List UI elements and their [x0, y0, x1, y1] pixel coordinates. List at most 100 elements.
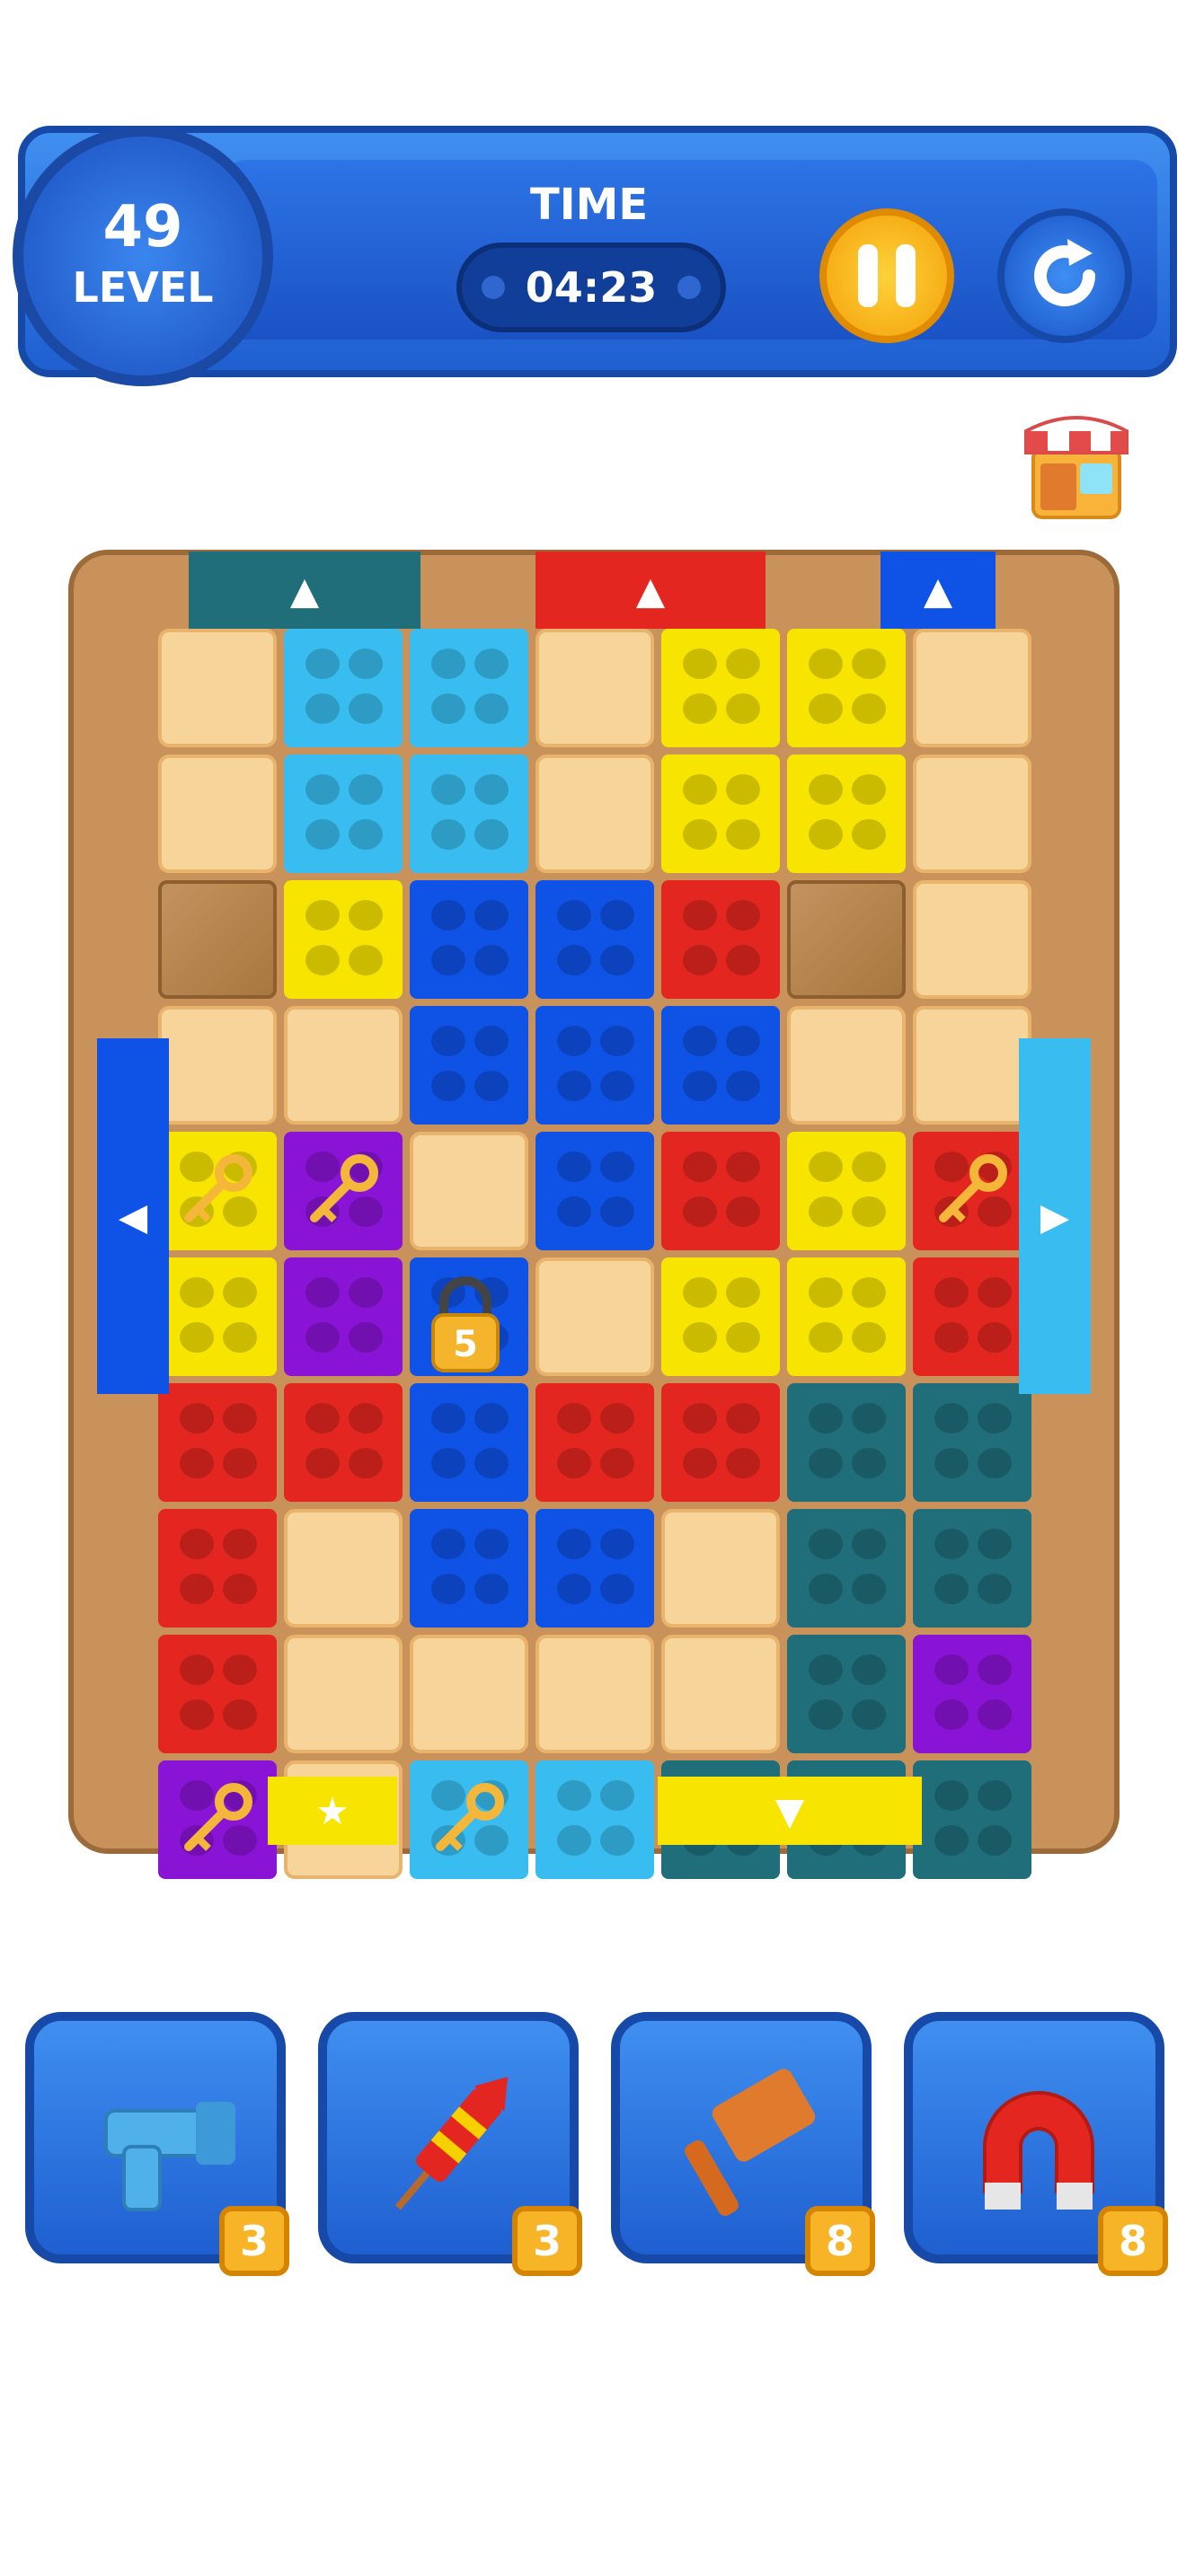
brick-block[interactable] [535, 1383, 654, 1502]
stud [934, 1448, 969, 1478]
stud [726, 1448, 760, 1478]
key-icon [436, 1783, 504, 1851]
rocket-powerup[interactable]: 3 [318, 2012, 582, 2276]
empty-cell [158, 629, 277, 747]
brick-block[interactable] [913, 1635, 1031, 1753]
gate-bottom-yellow[interactable]: ★ [268, 1777, 397, 1845]
stud [852, 1151, 886, 1182]
magnet-icon [983, 2091, 1094, 2210]
restart-button[interactable] [997, 208, 1132, 343]
stud [978, 1277, 1012, 1308]
gate-top-blue[interactable]: ▲ [881, 551, 996, 629]
screw-icon [677, 276, 701, 299]
empty-cell [787, 1006, 906, 1125]
empty-cell [535, 629, 654, 747]
stud [809, 1529, 843, 1559]
stud [180, 1277, 214, 1308]
brick-block[interactable] [787, 629, 906, 747]
empty-cell [284, 1006, 403, 1125]
pause-button[interactable] [819, 208, 954, 343]
pause-icon [858, 244, 878, 307]
stud [305, 1448, 340, 1478]
stud [600, 1825, 634, 1856]
brick-block[interactable] [535, 1132, 654, 1250]
stud [557, 1026, 591, 1056]
brick-block[interactable] [284, 754, 403, 873]
brick-block[interactable] [661, 629, 780, 747]
brick-block[interactable] [410, 1383, 528, 1502]
magnet-powerup[interactable]: 8 [904, 2012, 1168, 2276]
magnet-count: 8 [1098, 2206, 1168, 2276]
brick-block[interactable] [913, 1257, 1031, 1376]
stud [852, 774, 886, 805]
stud [431, 1529, 465, 1559]
stud [683, 945, 717, 975]
brick-block[interactable] [535, 880, 654, 999]
stud [474, 1448, 509, 1478]
gate-right-cyan[interactable]: ▶ [1019, 1038, 1091, 1394]
brick-block[interactable] [158, 1509, 277, 1628]
brick-block[interactable] [158, 1383, 277, 1502]
brick-block[interactable] [787, 1383, 906, 1502]
stud [809, 1322, 843, 1353]
brick-block[interactable] [787, 1635, 906, 1753]
stud [683, 1322, 717, 1353]
hammer-powerup[interactable]: 8 [611, 2012, 875, 2276]
brick-block[interactable] [535, 1006, 654, 1125]
brick-block[interactable] [410, 1509, 528, 1628]
gate-left-blue[interactable]: ◀ [97, 1038, 169, 1394]
empty-cell [535, 1257, 654, 1376]
brick-block[interactable] [661, 1383, 780, 1502]
brick-block[interactable] [410, 629, 528, 747]
brick-block[interactable] [284, 1383, 403, 1502]
brick-block[interactable] [787, 1257, 906, 1376]
brick-block[interactable] [158, 1257, 277, 1376]
hammer-icon [685, 2069, 816, 2217]
brick-block[interactable] [410, 1006, 528, 1125]
lock-icon: 5 [431, 1276, 500, 1372]
gate-top-red[interactable]: ▲ [535, 551, 766, 629]
stud [474, 774, 509, 805]
brick-block[interactable] [913, 1509, 1031, 1628]
brick-block[interactable] [661, 754, 780, 873]
blaster-icon [104, 2102, 235, 2211]
stud [852, 1403, 886, 1434]
brick-block[interactable] [661, 1132, 780, 1250]
brick-block[interactable] [535, 1760, 654, 1879]
gate-bottom-yellow[interactable]: ▼ [658, 1777, 922, 1845]
stud [223, 1403, 257, 1434]
brick-block[interactable] [787, 1132, 906, 1250]
brick-block[interactable] [661, 880, 780, 999]
blaster-powerup[interactable]: 3 [25, 2012, 289, 2276]
stud [726, 648, 760, 679]
brick-block[interactable] [410, 754, 528, 873]
brick-block[interactable] [787, 754, 906, 873]
stud [683, 693, 717, 724]
time-label: TIME [530, 180, 649, 230]
stud [683, 1071, 717, 1101]
stud [852, 1654, 886, 1685]
stud [223, 1322, 257, 1353]
brick-block[interactable] [284, 880, 403, 999]
stud [305, 774, 340, 805]
brick-block[interactable] [913, 1383, 1031, 1502]
stud [809, 693, 843, 724]
brick-block[interactable] [661, 1006, 780, 1125]
timer: 04:23 [456, 243, 726, 332]
brick-block[interactable] [410, 880, 528, 999]
brick-block[interactable] [913, 1760, 1031, 1879]
brick-block[interactable] [158, 1635, 277, 1753]
shop-icon[interactable] [1021, 404, 1132, 521]
stud [349, 1322, 383, 1353]
brick-block[interactable] [284, 1257, 403, 1376]
stud [852, 1529, 886, 1559]
brick-block[interactable] [535, 1509, 654, 1628]
brick-block[interactable] [787, 1509, 906, 1628]
stud [431, 693, 465, 724]
brick-block[interactable] [661, 1257, 780, 1376]
gate-top-teal[interactable]: ▲ [189, 551, 420, 629]
stud [305, 900, 340, 931]
empty-cell [913, 1006, 1031, 1125]
brick-block[interactable] [284, 629, 403, 747]
stud [557, 1448, 591, 1478]
